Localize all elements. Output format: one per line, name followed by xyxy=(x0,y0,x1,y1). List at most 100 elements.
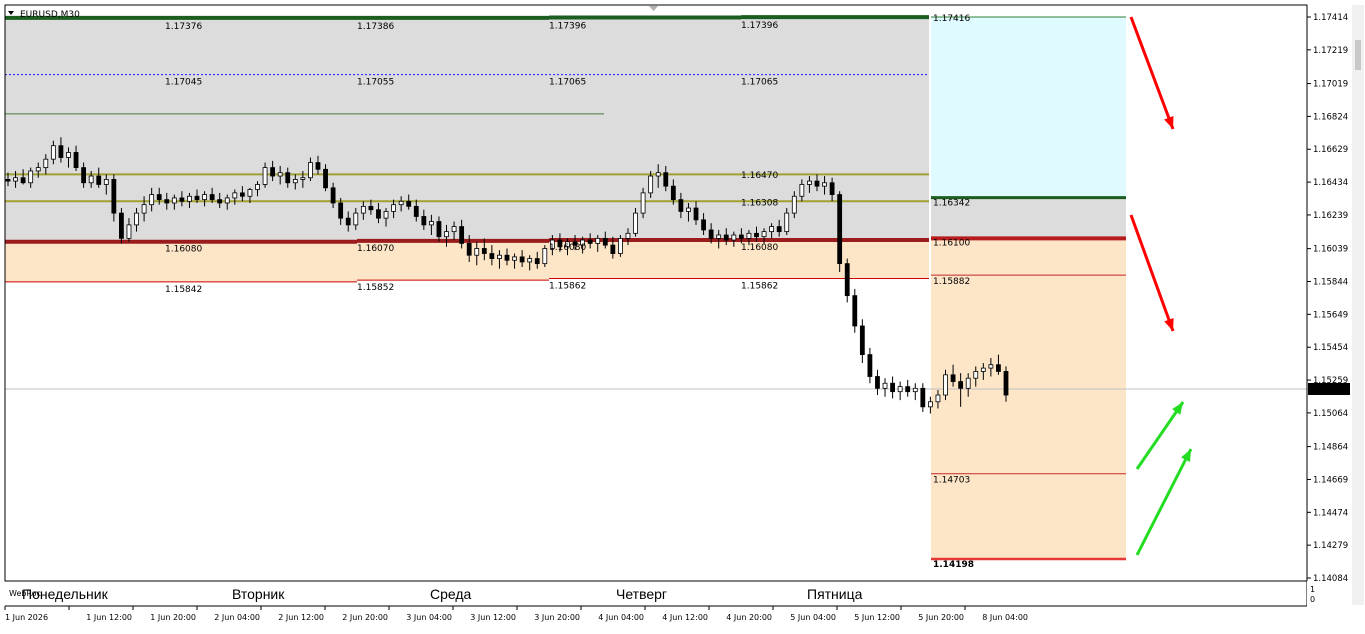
candle-body xyxy=(202,194,207,201)
current-price-label: 1.15206 xyxy=(1311,385,1346,395)
candle-body xyxy=(134,212,139,226)
candle-body xyxy=(784,212,790,233)
candle-body xyxy=(171,197,177,204)
time-axis-label: 3 Jun 12:00 xyxy=(470,613,516,622)
indicator-footer-label: WebRoc xyxy=(9,589,41,598)
candle-body xyxy=(973,371,979,379)
candle-body xyxy=(867,354,873,377)
candle-body xyxy=(519,256,525,263)
candle-body xyxy=(527,258,533,263)
candle-body xyxy=(686,207,691,212)
candle-body xyxy=(149,194,155,206)
time-axis-label: 3 Jun 04:00 xyxy=(406,613,452,622)
candle-body xyxy=(88,175,94,184)
candle-body xyxy=(625,232,631,239)
price-chart[interactable]: 1.17376 1.17045 1.16080 1.15842 1.17386 1.170… xyxy=(0,0,1365,630)
level-value-label: 1.17055 xyxy=(357,78,394,88)
projection-value-label: 1.14198 xyxy=(933,560,974,570)
candle-body xyxy=(542,248,548,265)
candle-body xyxy=(958,381,964,389)
candle-body xyxy=(194,195,200,201)
time-axis-label: 2 Jun 20:00 xyxy=(342,613,388,622)
candle-body xyxy=(837,194,843,265)
candle-body xyxy=(996,364,1001,372)
time-axis-label: 5 Jun 20:00 xyxy=(918,613,964,622)
candle-body xyxy=(224,197,230,204)
candle-body xyxy=(905,386,911,393)
candle-body xyxy=(270,167,276,177)
candle-body xyxy=(965,377,971,389)
candle-body xyxy=(693,207,699,221)
chart-window[interactable]: 1.17376 1.17045 1.16080 1.15842 1.17386 1.170… xyxy=(0,0,1365,630)
candle-body xyxy=(217,199,223,204)
candle-body xyxy=(308,162,313,179)
time-axis-label: 3 Jun 20:00 xyxy=(534,613,580,622)
level-value-label: 1.16070 xyxy=(357,244,394,254)
candle-body xyxy=(43,158,49,169)
candle-body xyxy=(875,376,880,389)
candle-body xyxy=(1003,371,1009,396)
candle-body xyxy=(262,167,268,185)
candle-body xyxy=(504,254,510,261)
candle-body xyxy=(829,182,835,195)
projection-zone-cyan xyxy=(931,17,1126,198)
weekday-label: Среда xyxy=(430,586,472,602)
candle-body xyxy=(239,192,245,197)
candle-body xyxy=(58,145,64,158)
time-axis-label: 5 Jun 04:00 xyxy=(790,613,836,622)
candle-body xyxy=(701,219,706,231)
candle-body xyxy=(421,216,427,226)
candle xyxy=(119,208,124,244)
weekday-label: Пятница xyxy=(807,586,863,602)
time-axis-label: 2 Jun 12:00 xyxy=(278,613,324,622)
weekday-label: Четверг xyxy=(616,586,667,602)
candle-body xyxy=(497,254,502,259)
level-value-label: 1.15862 xyxy=(741,281,778,291)
candle-body xyxy=(852,295,858,327)
candle-body xyxy=(285,172,291,184)
candle-body xyxy=(232,192,238,199)
candle-body xyxy=(5,179,11,182)
candle-body xyxy=(13,177,18,182)
candle-body xyxy=(807,180,812,185)
scrollbar-thumb[interactable] xyxy=(1355,40,1361,70)
level-value-label: 1.17045 xyxy=(165,78,202,88)
candle-body xyxy=(451,226,457,233)
candle-body xyxy=(413,205,419,217)
level-value-label: 1.16080 xyxy=(549,243,586,253)
candle-body xyxy=(383,211,389,219)
candle xyxy=(837,191,843,273)
candle-body xyxy=(406,200,412,207)
time-axis-label: 1 Jun 12:00 xyxy=(86,613,132,622)
time-axis-label: 5 Jun 12:00 xyxy=(854,613,900,622)
candle-body xyxy=(655,172,661,177)
candle-body xyxy=(754,232,759,238)
price-axis-label: 1.16039 xyxy=(1313,245,1348,255)
candle xyxy=(852,288,858,333)
candle-body xyxy=(723,234,729,241)
candle-body xyxy=(398,200,404,206)
candle-body xyxy=(927,401,933,408)
candle-body xyxy=(618,237,623,254)
level-value-label: 1.16308 xyxy=(741,198,778,208)
candle-body xyxy=(761,231,767,238)
candle-body xyxy=(255,184,260,190)
candle-body xyxy=(980,367,986,372)
candle-body xyxy=(164,199,170,204)
candle-body xyxy=(315,162,321,170)
price-axis-label: 1.14864 xyxy=(1313,443,1348,453)
time-axis-label: 8 Jun 04:00 xyxy=(982,613,1028,622)
projection-value-label: 1.15882 xyxy=(933,277,970,287)
candle-body xyxy=(247,189,253,197)
candle-body xyxy=(141,204,147,214)
candle-body xyxy=(708,229,714,239)
candle-body xyxy=(489,253,495,259)
price-axis-label: 1.16434 xyxy=(1313,178,1348,188)
time-axis-label: 1 Jun 20:00 xyxy=(150,613,196,622)
range-zone-grey xyxy=(5,17,357,242)
candle-body xyxy=(897,386,903,393)
candle-body xyxy=(474,248,480,256)
vertical-scrollbar[interactable] xyxy=(1352,5,1364,605)
candle-body xyxy=(353,212,359,226)
candle-body xyxy=(444,231,449,238)
